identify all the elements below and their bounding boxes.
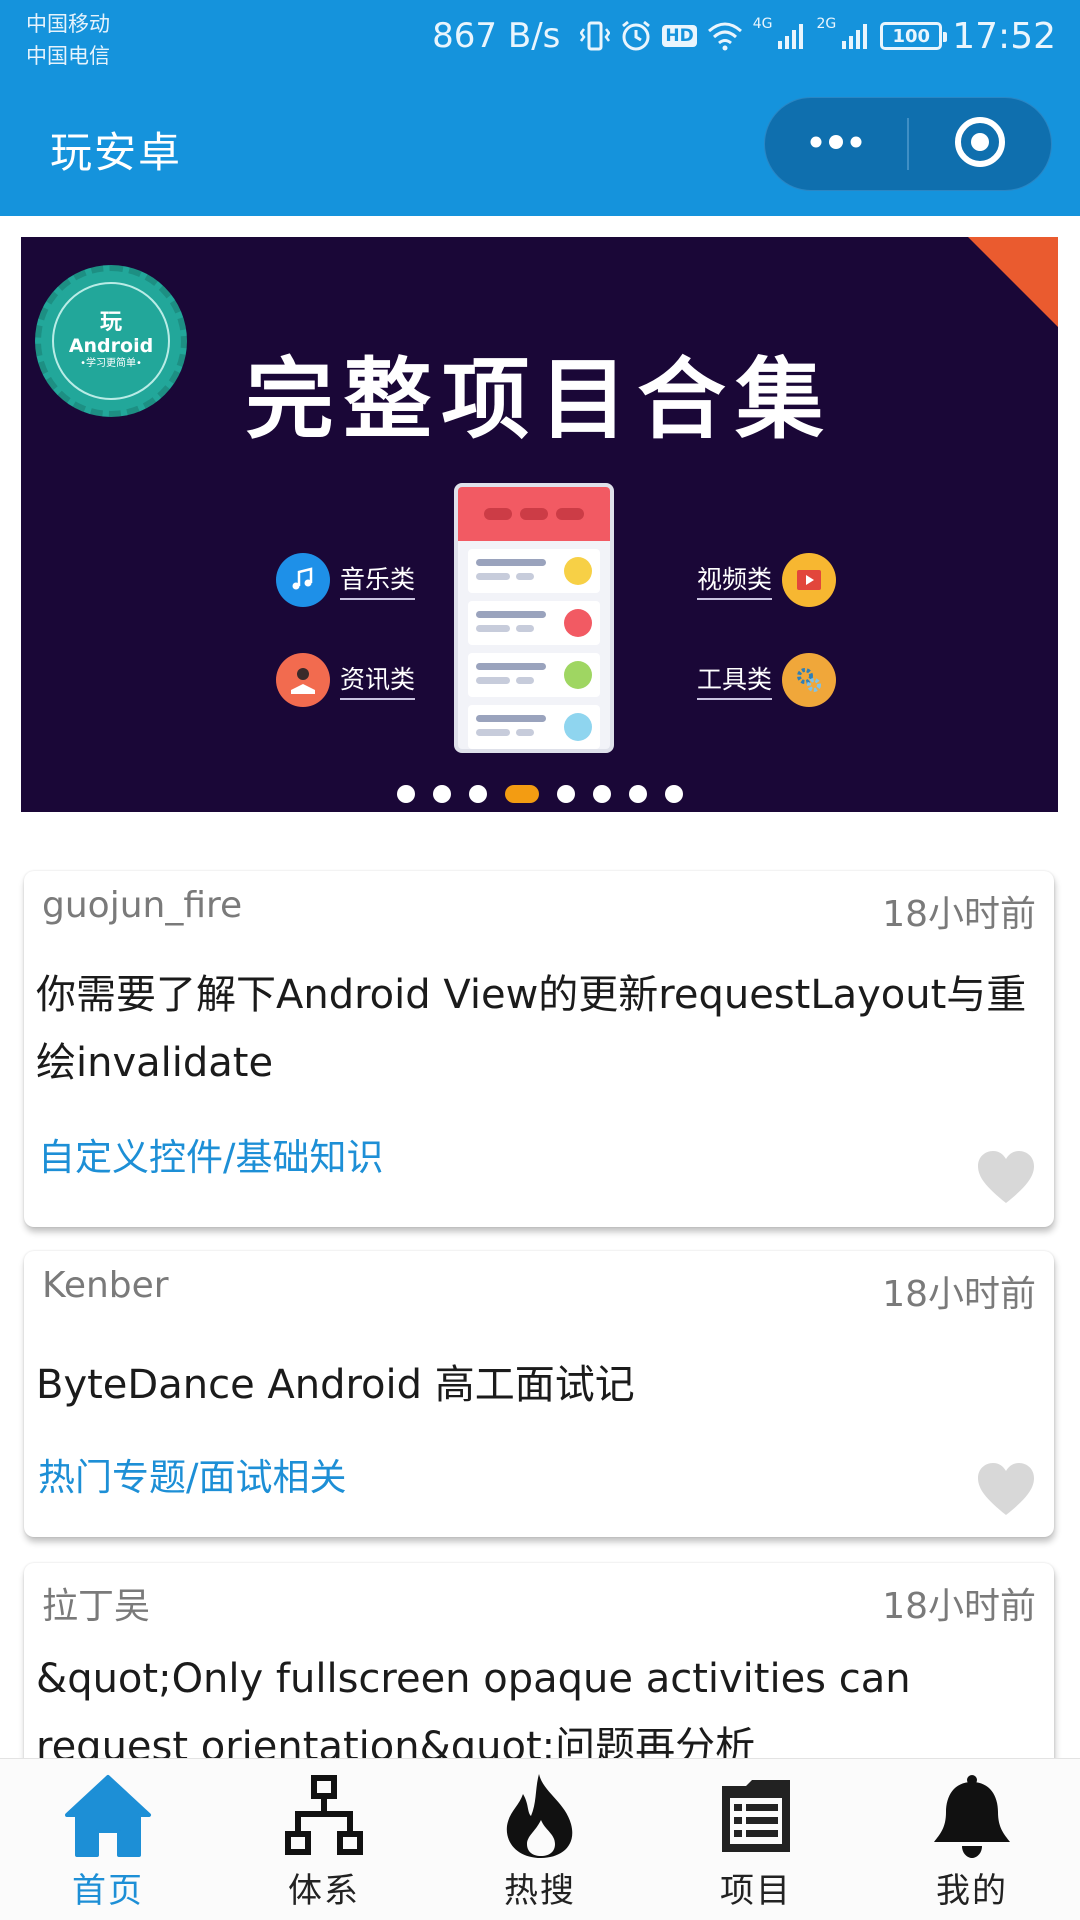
category-tools: 工具类 <box>697 653 837 707</box>
vibrate-icon <box>580 19 611 53</box>
article-card[interactable]: Kenber 18小时前 ByteDance Android 高工面试记 热门专… <box>24 1251 1054 1537</box>
tab-hot[interactable]: 热搜 <box>432 1759 648 1920</box>
category-video: 视频类 <box>697 553 837 607</box>
carousel-dot[interactable] <box>628 785 647 803</box>
article-author[interactable]: Kenber <box>42 1265 169 1306</box>
article-title[interactable]: ByteDance Android 高工面试记 <box>36 1351 1034 1419</box>
clock: 17:52 <box>952 15 1056 57</box>
category-tools-label: 工具类 <box>697 660 773 700</box>
carousel-dot[interactable] <box>432 785 451 803</box>
banner-title: 完整项目合集 <box>245 348 834 451</box>
category-music-label: 音乐类 <box>340 560 416 600</box>
more-dots-icon <box>806 134 866 154</box>
article-title[interactable]: 你需要了解下Android View的更新requestLayout与重绘inv… <box>36 961 1034 1097</box>
carousel-dot-active[interactable] <box>504 785 539 803</box>
article-time: 18小时前 <box>882 1274 1036 1315</box>
article-card[interactable]: guojun_fire 18小时前 你需要了解下Android View的更新r… <box>24 871 1054 1227</box>
carousel-dot[interactable] <box>664 785 683 803</box>
tab-home[interactable]: 首页 <box>0 1759 216 1920</box>
article-time: 18小时前 <box>882 1586 1036 1627</box>
heart-icon[interactable] <box>976 1461 1036 1517</box>
alarm-icon <box>620 19 652 53</box>
net-speed: 867 B/s <box>432 16 561 56</box>
article-time: 18小时前 <box>882 894 1036 935</box>
carrier-2: 中国电信 <box>26 44 110 68</box>
close-mini-program-button[interactable] <box>909 98 1051 190</box>
bell-icon <box>927 1771 1017 1861</box>
tab-system[interactable]: 体系 <box>216 1759 432 1920</box>
status-icons: 867 B/s HD 4G 2G 100 17:52 <box>432 14 1056 58</box>
tab-project-label: 项目 <box>720 1871 792 1911</box>
banner-corner-flag <box>968 237 1058 327</box>
home-icon <box>63 1771 153 1861</box>
carousel-indicators <box>21 785 1058 803</box>
article-chapter[interactable]: 自定义控件/基础知识 <box>38 1127 383 1181</box>
flame-icon <box>495 1771 585 1861</box>
gears-icon <box>782 653 837 707</box>
list-board-icon <box>711 1771 801 1861</box>
mini-program-capsule <box>764 97 1052 191</box>
category-video-label: 视频类 <box>697 560 773 600</box>
article-author[interactable]: guojun_fire <box>42 885 242 926</box>
video-play-icon <box>782 553 837 607</box>
signal-icon <box>776 21 806 51</box>
app-header: 中国移动 中国电信 867 B/s HD 4G 2G 100 17:52 玩安卓 <box>0 0 1080 216</box>
carrier-info: 中国移动 中国电信 <box>26 8 110 72</box>
carousel-dot[interactable] <box>556 785 575 803</box>
carrier-1: 中国移动 <box>26 12 110 36</box>
heart-icon[interactable] <box>976 1149 1036 1205</box>
tab-project[interactable]: 项目 <box>648 1759 864 1920</box>
article-chapter[interactable]: 热门专题/面试相关 <box>38 1447 346 1501</box>
net-type-2: 2G <box>816 16 837 32</box>
tab-home-label: 首页 <box>72 1871 144 1911</box>
wifi-icon <box>707 21 743 51</box>
article-author[interactable]: 拉丁吴 <box>42 1577 150 1629</box>
tab-mine-label: 我的 <box>936 1871 1008 1911</box>
page-title: 玩安卓 <box>50 128 183 177</box>
signal-icon-2 <box>840 21 870 51</box>
carousel-dot[interactable] <box>468 785 487 803</box>
category-news-label: 资讯类 <box>340 660 416 700</box>
banner-carousel[interactable]: 玩 Android •学习更简单• 完整项目合集 音乐类 视频类 资讯类 工具类 <box>21 237 1058 812</box>
bottom-tab-bar: 首页 体系 热搜 项目 我的 <box>0 1758 1080 1920</box>
carousel-dot[interactable] <box>396 785 415 803</box>
hd-badge: HD <box>662 25 697 47</box>
tab-mine[interactable]: 我的 <box>864 1759 1080 1920</box>
more-menu-button[interactable] <box>765 98 907 190</box>
target-circle-icon <box>953 115 1007 173</box>
category-music: 音乐类 <box>276 553 416 607</box>
net-type-1: 4G <box>752 16 773 32</box>
tab-hot-label: 热搜 <box>504 1871 576 1911</box>
music-note-icon <box>276 553 330 607</box>
phone-illustration <box>454 483 614 753</box>
hierarchy-icon <box>279 1771 369 1861</box>
carousel-dot[interactable] <box>592 785 611 803</box>
battery-icon: 100 <box>880 22 948 50</box>
category-news: 资讯类 <box>276 653 416 707</box>
tab-system-label: 体系 <box>288 1871 360 1911</box>
reading-person-icon <box>276 653 330 707</box>
